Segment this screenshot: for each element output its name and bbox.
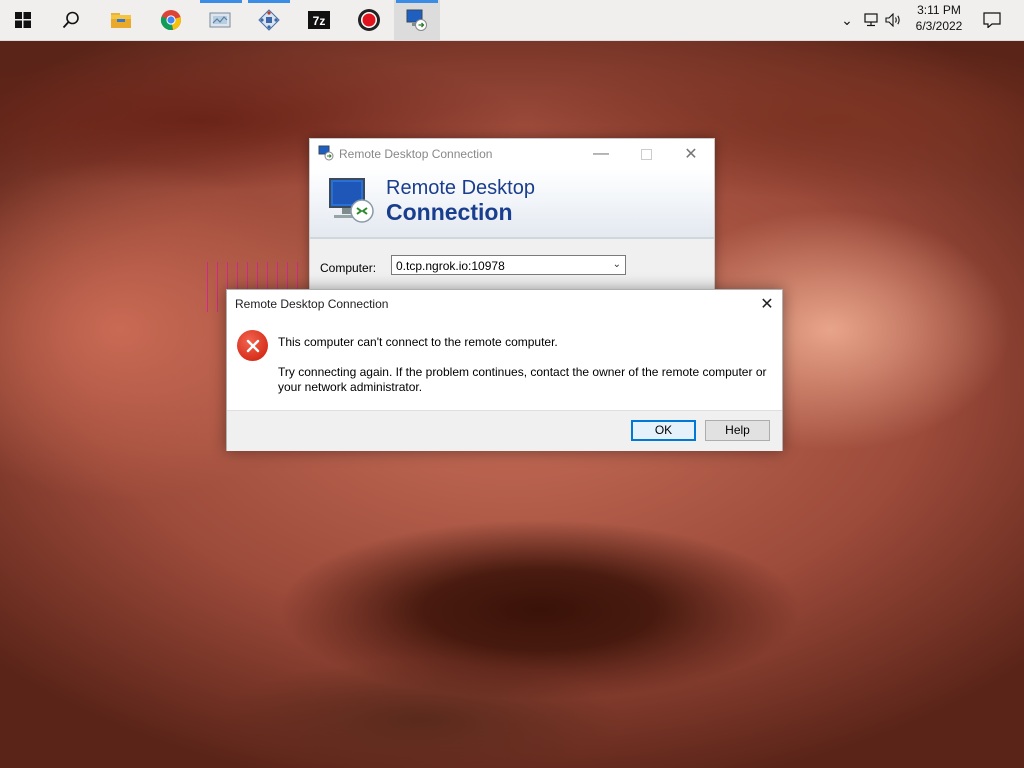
- volume-icon: [885, 13, 900, 27]
- volume-tray-button[interactable]: [884, 0, 904, 40]
- rdc-banner: Remote Desktop Connection: [310, 169, 714, 239]
- notification-icon: [983, 12, 1001, 28]
- error-dialog: Remote Desktop Connection ✕ This compute…: [226, 289, 783, 451]
- dialog-footer: OK Help: [227, 410, 782, 451]
- chrome-icon: [160, 10, 181, 31]
- dialog-close-button[interactable]: ✕: [752, 290, 782, 318]
- windows-logo-icon: [15, 12, 31, 28]
- search-icon: [62, 11, 79, 29]
- chrome-button[interactable]: [148, 0, 194, 40]
- network-app-icon: [258, 9, 280, 31]
- close-icon: ✕: [684, 146, 698, 163]
- start-button[interactable]: [0, 0, 46, 40]
- action-center-button[interactable]: [980, 0, 1004, 40]
- folder-icon: [111, 13, 131, 28]
- error-detail: Try connecting again. If the problem con…: [278, 365, 767, 394]
- ok-button[interactable]: OK: [631, 420, 696, 441]
- close-icon: ✕: [760, 296, 774, 313]
- taskbar-clock[interactable]: 3:11 PM 6/3/2022: [906, 2, 972, 38]
- computer-label: Computer:: [320, 261, 377, 275]
- close-button[interactable]: ✕: [668, 139, 714, 169]
- error-message: This computer can't connect to the remot…: [278, 335, 558, 349]
- banner-title-line2: Connection: [386, 199, 513, 225]
- 7zip-icon: 7z: [308, 11, 330, 29]
- maximize-button[interactable]: [623, 139, 669, 169]
- minimize-icon: —: [593, 145, 609, 162]
- maximize-icon: [640, 148, 652, 160]
- error-icon: [237, 330, 268, 361]
- remote-desktop-icon: [406, 9, 427, 31]
- app-window-button[interactable]: [198, 0, 244, 40]
- recorder-button[interactable]: [346, 0, 392, 40]
- window-app-icon: [209, 12, 231, 28]
- rdc-titlebar[interactable]: Remote Desktop Connection — ✕: [310, 139, 714, 169]
- 7zip-label: 7z: [312, 14, 326, 28]
- remote-desktop-icon: [318, 145, 334, 161]
- dialog-title: Remote Desktop Connection: [235, 297, 389, 311]
- rdc-title: Remote Desktop Connection: [339, 147, 493, 161]
- clock-date: 6/3/2022: [915, 19, 963, 33]
- file-explorer-button[interactable]: [98, 0, 144, 40]
- minimize-button[interactable]: —: [578, 139, 624, 169]
- chevron-down-icon[interactable]: ⌄: [613, 259, 621, 270]
- banner-title-line1: Remote Desktop: [386, 177, 535, 199]
- network-icon: [864, 13, 878, 27]
- network-tray-button[interactable]: [861, 0, 881, 40]
- computer-combobox[interactable]: 0.tcp.ngrok.io:10978 ⌄: [391, 255, 626, 275]
- network-app-button[interactable]: [246, 0, 292, 40]
- help-button[interactable]: Help: [705, 420, 770, 441]
- taskbar: 7z ⌄ 3:11 PM 6/3/2022: [0, 0, 1024, 41]
- computer-value: 0.tcp.ngrok.io:10978: [396, 259, 505, 273]
- clock-time: 3:11 PM: [917, 3, 961, 17]
- rdc-window: Remote Desktop Connection — ✕ Remote Des…: [309, 138, 715, 296]
- 7zip-button[interactable]: 7z: [296, 0, 342, 40]
- search-button[interactable]: [48, 0, 94, 40]
- record-icon: [358, 9, 380, 31]
- remote-desktop-logo-icon: [329, 178, 374, 223]
- show-hidden-icons-button[interactable]: ⌄: [838, 0, 856, 40]
- remote-desktop-button[interactable]: [394, 0, 440, 40]
- chevron-up-icon: ⌄: [841, 11, 853, 28]
